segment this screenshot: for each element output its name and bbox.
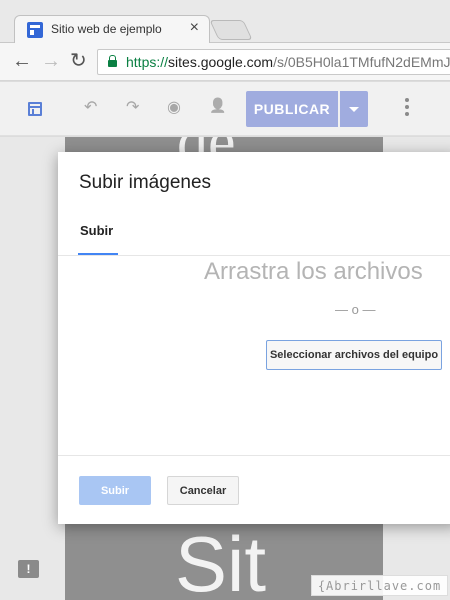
feedback-icon[interactable]: ! [18,560,39,578]
browser-tab-strip: Sitio web de ejemplo × [0,0,450,44]
drop-zone-text: Arrastra los archivos [204,258,423,285]
publish-button[interactable]: PUBLICAR [246,91,338,127]
upload-button[interactable]: Subir [79,476,151,505]
browser-navbar: ← → ↻ https://sites.google.com/s/0B5H0la… [0,43,450,81]
preview-eye-icon[interactable]: ◉ [167,97,181,117]
tab-divider [58,255,450,256]
undo-icon[interactable]: ↶ [84,97,97,117]
sites-favicon-icon [27,22,43,38]
reload-icon[interactable]: ↻ [70,50,87,72]
tab-upload[interactable]: Subir [80,223,113,238]
sites-layout-icon[interactable] [28,102,42,116]
back-arrow-icon[interactable]: ← [12,50,32,72]
close-tab-icon[interactable]: × [190,19,199,37]
dialog-title: Subir imágenes [79,172,212,193]
browser-tab[interactable]: Sitio web de ejemplo × [14,15,210,44]
publish-dropdown-icon[interactable] [340,91,368,127]
upload-images-dialog: Subir imágenes Subir Arrastra los archiv… [58,152,450,524]
site-title-fragment: Sit [175,520,267,600]
lock-icon [108,55,117,67]
new-tab-button[interactable] [209,20,253,40]
cancel-button[interactable]: Cancelar [167,476,239,505]
select-files-button[interactable]: Seleccionar archivos del equipo [266,340,442,370]
abrirllave-watermark: {Abrirllave.com [311,575,448,596]
address-bar[interactable]: https://sites.google.com/s/0B5H0la1TMfuf… [97,49,450,75]
url-text: https://sites.google.com/s/0B5H0la1TMfuf… [126,54,450,70]
tab-title: Sitio web de ejemplo [51,22,162,36]
footer-divider [58,455,450,456]
share-person-icon[interactable]: 👤 [209,97,226,114]
forward-arrow-icon[interactable]: → [41,50,61,72]
or-separator: — o — [335,302,376,317]
sites-toolbar: ↶ ↷ ◉ 👤 PUBLICAR [0,82,450,136]
redo-icon[interactable]: ↷ [126,97,139,117]
more-vert-icon[interactable] [405,98,409,118]
